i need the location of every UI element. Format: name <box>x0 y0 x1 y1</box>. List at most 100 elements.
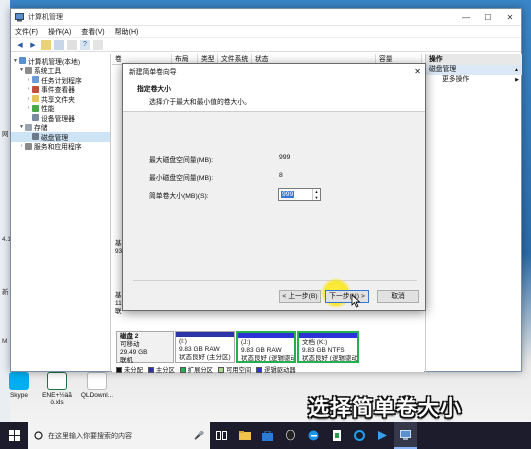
storage-icon <box>25 123 32 131</box>
wizard-divider <box>133 280 417 281</box>
window-title: 计算机管理 <box>28 14 63 21</box>
cancel-button[interactable]: 取消 <box>377 290 419 303</box>
desktop-icon-xls[interactable]: ENE+½äã ò.xls <box>40 372 74 406</box>
tree-node-system-tools[interactable]: ▼ 系统工具 <box>11 66 110 76</box>
tree-node-label: 性能 <box>41 106 55 114</box>
computer-management-icon <box>15 12 24 21</box>
new-simple-volume-wizard: 新建简单卷向导 ✕ 指定卷大小 选择介于最大和最小值的卷大小。 最大磁盘空间量(… <box>122 63 426 311</box>
actions-header: 操作 <box>426 54 522 65</box>
skype-icon <box>9 372 29 390</box>
back-arrow-icon[interactable]: ◀ <box>15 40 25 50</box>
actions-disk-management[interactable]: 磁盘管理 ▲ <box>426 65 522 75</box>
excel-file-icon <box>47 372 67 390</box>
disk-stub-middle: 基 11 联 <box>115 292 122 315</box>
forward-arrow-icon[interactable]: ▶ <box>28 40 38 50</box>
wizard-titlebar[interactable]: 新建简单卷向导 ✕ <box>123 64 425 78</box>
back-button[interactable]: < 上一步(B) <box>279 290 321 303</box>
close-button[interactable]: ✕ <box>499 9 521 25</box>
tree-node-device-manager[interactable]: 设备管理器 <box>11 113 110 123</box>
wizard-close-button[interactable]: ✕ <box>414 67 421 76</box>
tree-expander[interactable]: › <box>18 143 25 149</box>
folder-up-icon[interactable] <box>41 39 51 50</box>
file-explorer-icon[interactable] <box>233 422 256 449</box>
taskbar-search[interactable]: 在这里输入你要搜索的内容 🎤 <box>28 422 210 449</box>
max-size-label: 最大磁盘空间量(MB): <box>149 157 214 164</box>
store-icon[interactable] <box>256 422 279 449</box>
desktop-icon-label: Skype <box>9 392 29 399</box>
volume-size-stepper[interactable]: 999 ▲ ▼ <box>278 188 321 201</box>
menu-bar: 文件(F) 操作(A) 查看(V) 帮助(H) <box>11 26 521 38</box>
maximize-button[interactable]: ☐ <box>477 9 499 25</box>
max-size-value: 999 <box>279 154 291 161</box>
microphone-icon[interactable]: 🎤 <box>194 431 204 440</box>
console-tree-icon[interactable] <box>54 39 64 50</box>
event-viewer-icon <box>32 85 39 93</box>
shared-folder-icon <box>32 95 39 103</box>
computer-icon <box>19 57 26 65</box>
tree-expander[interactable]: › <box>25 105 32 111</box>
minimize-button[interactable]: — <box>455 9 477 25</box>
tree-node-shared-folders[interactable]: › 共享文件夹 <box>11 94 110 104</box>
tree-node-label: 共享文件夹 <box>41 96 75 104</box>
actions-pane: 操作 磁盘管理 ▲ 更多操作 ▶ <box>425 54 522 372</box>
legend-swatch <box>116 366 122 373</box>
tree-expander[interactable]: ▼ <box>12 58 19 64</box>
menu-action[interactable]: 操作(A) <box>48 27 71 37</box>
partition-j[interactable]: (J:) 9.83 GB RAW 状态良好 (逻辑驱动器) <box>236 331 296 363</box>
tree-node-computer-management[interactable]: ▼ 计算机管理(本地) <box>11 56 110 66</box>
tree-node-label: 存储 <box>34 125 48 133</box>
menu-help[interactable]: 帮助(H) <box>115 27 139 37</box>
tree-expander[interactable]: ▼ <box>18 67 25 73</box>
qq-icon[interactable] <box>279 422 302 449</box>
help-icon[interactable]: ? <box>80 39 90 50</box>
tree-node-label: 磁盘管理 <box>41 134 69 142</box>
performance-icon <box>32 104 39 112</box>
view-icon[interactable] <box>93 39 103 50</box>
tree-node-event-viewer[interactable]: › 事件查看器 <box>11 85 110 95</box>
tree-expander[interactable]: › <box>25 77 32 83</box>
tree-expander[interactable]: ▼ <box>18 124 25 130</box>
actions-more[interactable]: 更多操作 ▶ <box>426 75 522 85</box>
tree-node-task-scheduler[interactable]: › 任务计划程序 <box>11 75 110 85</box>
app-icon[interactable] <box>325 422 348 449</box>
window-titlebar[interactable]: 计算机管理 — ☐ ✕ <box>11 9 521 26</box>
toolbar: ◀ ▶ ? <box>11 38 521 52</box>
desktop-icon-skype[interactable]: Skype <box>2 372 36 399</box>
disk-2-label[interactable]: 磁盘 2 可移动 29.49 GB 联机 <box>116 331 174 364</box>
properties-icon[interactable] <box>67 39 77 50</box>
tree-node-services-apps[interactable]: › 服务和应用程序 <box>11 142 110 151</box>
wizard-header: 指定卷大小 选择介于最大和最小值的卷大小。 <box>123 78 425 112</box>
tutorial-caption: 选择简单卷大小 <box>308 396 462 420</box>
task-view-icon[interactable] <box>210 422 233 449</box>
chevron-right-icon: ▶ <box>515 77 519 83</box>
tree-node-label: 计算机管理(本地) <box>28 58 81 66</box>
tree-node-storage[interactable]: ▼ 存储 <box>11 123 110 133</box>
partition-i[interactable]: (I:) 9.83 GB RAW 状态良好 (主分区) <box>175 331 235 363</box>
tree-node-disk-management[interactable]: 磁盘管理 <box>11 132 110 142</box>
next-button[interactable]: 下一步(N) > <box>325 290 369 303</box>
media-player-icon[interactable] <box>371 422 394 449</box>
tree-node-performance[interactable]: › 性能 <box>11 104 110 114</box>
desktop-edge-text: M <box>2 338 8 345</box>
cortana-circle-icon <box>34 431 43 440</box>
start-button[interactable] <box>0 422 28 449</box>
console-tree: ▼ 计算机管理(本地) ▼ 系统工具 › 任务计划程序 › 事件查看器 › 共享… <box>11 54 111 372</box>
desktop-icon-qldownload[interactable]: QLDownl... <box>80 372 114 399</box>
stepper-down-icon[interactable]: ▼ <box>313 195 320 201</box>
search-placeholder: 在这里输入你要搜索的内容 <box>48 432 132 440</box>
tree-node-label: 任务计划程序 <box>41 77 82 85</box>
tree-expander[interactable]: › <box>25 86 32 92</box>
ie-browser-icon[interactable] <box>348 422 371 449</box>
legend-swatch <box>147 366 154 373</box>
tree-node-label: 事件查看器 <box>41 87 75 95</box>
computer-management-taskbar-icon[interactable] <box>394 422 417 449</box>
volume-size-input[interactable]: 999 <box>281 191 295 198</box>
services-icon <box>25 142 32 150</box>
partition-k[interactable]: 文档 (K:) 9.83 GB NTFS 状态良好 (逻辑驱动器) <box>297 331 359 363</box>
tree-expander[interactable]: › <box>25 96 32 102</box>
menu-view[interactable]: 查看(V) <box>81 27 104 37</box>
tree-node-label: 系统工具 <box>34 68 62 76</box>
edge-browser-icon[interactable] <box>302 422 325 449</box>
taskbar: 在这里输入你要搜索的内容 🎤 <box>0 422 531 449</box>
menu-file[interactable]: 文件(F) <box>15 27 38 37</box>
